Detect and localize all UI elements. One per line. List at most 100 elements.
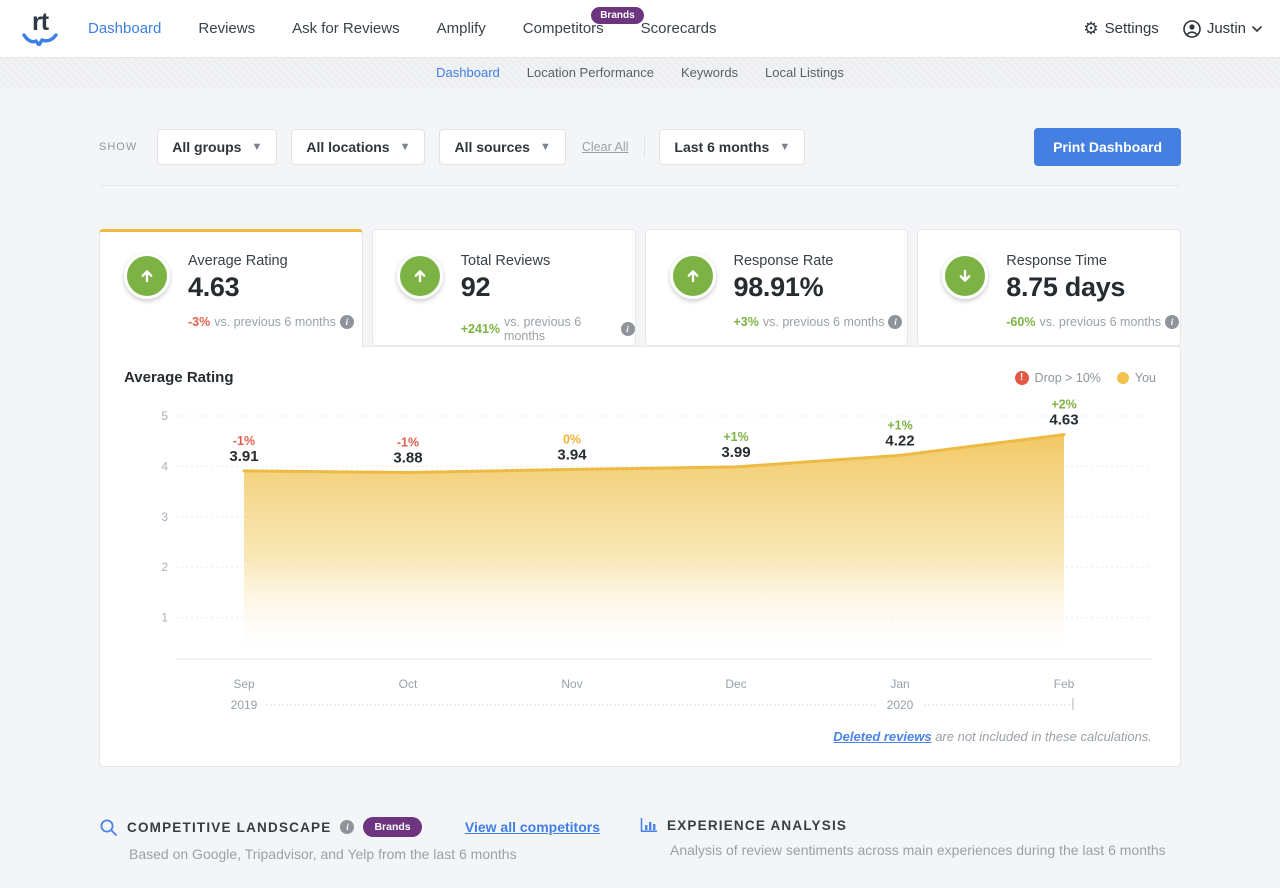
svg-text:+1%: +1% — [723, 430, 748, 444]
svg-text:-1%: -1% — [233, 434, 255, 448]
sources-dropdown[interactable]: All sources ▼ — [439, 129, 565, 165]
competitive-landscape-title: COMPETITIVE LANDSCAPE — [127, 820, 331, 835]
kpi-delta-suffix: vs. previous 6 months — [504, 315, 616, 343]
gear-icon: ⚙ — [1083, 20, 1098, 37]
subnav-item-location-performance[interactable]: Location Performance — [527, 65, 654, 80]
experience-analysis-subtitle: Analysis of review sentiments across mai… — [640, 842, 1181, 858]
kpi-title: Average Rating — [188, 253, 288, 269]
legend-label: Drop > 10% — [1035, 371, 1101, 385]
competitive-landscape-subtitle: Based on Google, Tripadvisor, and Yelp f… — [99, 846, 640, 862]
subnav-item-local-listings[interactable]: Local Listings — [765, 65, 844, 80]
info-icon[interactable]: i — [621, 322, 635, 336]
section-divider — [99, 185, 1181, 186]
chevron-down-icon: ▼ — [251, 141, 262, 153]
kpi-value: 8.75 days — [1006, 272, 1125, 303]
nav-item-amplify[interactable]: Amplify — [437, 20, 486, 37]
info-icon[interactable]: i — [888, 315, 902, 329]
svg-text:4.22: 4.22 — [885, 432, 914, 449]
svg-text:+2%: +2% — [1051, 398, 1076, 412]
kpi-delta-value: +241% — [461, 322, 500, 336]
you-dot-icon — [1117, 372, 1129, 384]
kpi-value: 92 — [461, 272, 550, 303]
svg-text:Sep: Sep — [233, 677, 255, 691]
info-icon[interactable]: i — [1165, 315, 1179, 329]
subnav-item-dashboard[interactable]: Dashboard — [436, 65, 500, 80]
kpi-delta-suffix: vs. previous 6 months — [214, 315, 336, 329]
kpi-title: Response Rate — [734, 253, 834, 269]
svg-text:3.99: 3.99 — [721, 444, 750, 461]
filter-divider — [644, 136, 645, 158]
svg-text:3: 3 — [161, 510, 168, 524]
kpi-card-total-reviews[interactable]: Total Reviews 92 +241% vs. previous 6 mo… — [372, 229, 636, 346]
logo-swoosh-icon — [22, 33, 58, 46]
competitive-landscape-section: COMPETITIVE LANDSCAPE i Brands View all … — [99, 817, 640, 862]
nav-item-scorecards[interactable]: Scorecards — [641, 20, 717, 37]
view-all-competitors-link[interactable]: View all competitors — [465, 819, 600, 835]
nav-item-ask-for-reviews[interactable]: Ask for Reviews — [292, 20, 400, 37]
svg-text:5: 5 — [161, 409, 168, 423]
user-menu[interactable]: Justin — [1183, 20, 1262, 38]
kpi-delta-suffix: vs. previous 6 months — [1039, 315, 1161, 329]
info-icon[interactable]: i — [340, 315, 354, 329]
svg-text:3.94: 3.94 — [557, 446, 587, 463]
main-nav: Dashboard Reviews Ask for Reviews Amplif… — [88, 20, 717, 37]
kpi-value: 4.63 — [188, 272, 288, 303]
chart-legend: ! Drop > 10% You — [1015, 371, 1156, 385]
nav-item-dashboard[interactable]: Dashboard — [88, 20, 161, 37]
sources-dropdown-value: All sources — [454, 139, 529, 155]
top-nav: rt Dashboard Reviews Ask for Reviews Amp… — [0, 0, 1280, 57]
print-dashboard-button[interactable]: Print Dashboard — [1034, 128, 1181, 166]
legend-item-you: You — [1117, 371, 1156, 385]
svg-text:2019: 2019 — [231, 698, 258, 712]
brands-badge: Brands — [363, 817, 421, 837]
locations-dropdown[interactable]: All locations ▼ — [291, 129, 425, 165]
kpi-card-average-rating[interactable]: Average Rating 4.63 -3% vs. previous 6 m… — [99, 229, 363, 348]
groups-dropdown-value: All groups — [172, 139, 241, 155]
subnav-item-keywords[interactable]: Keywords — [681, 65, 738, 80]
svg-text:0%: 0% — [563, 432, 581, 446]
reviewtrackers-logo[interactable]: rt — [18, 11, 62, 46]
svg-text:+1%: +1% — [887, 418, 912, 432]
alert-icon: ! — [1015, 371, 1029, 385]
clear-all-link[interactable]: Clear All — [582, 140, 629, 154]
footnote-text: are not included in these calculations. — [932, 729, 1152, 744]
bar-chart-icon — [640, 817, 658, 833]
kpi-card-row: Average Rating 4.63 -3% vs. previous 6 m… — [99, 229, 1181, 347]
locations-dropdown-value: All locations — [306, 139, 389, 155]
svg-text:3.91: 3.91 — [229, 448, 258, 465]
search-icon — [99, 818, 118, 837]
svg-text:1: 1 — [161, 611, 168, 625]
deleted-reviews-link[interactable]: Deleted reviews — [833, 729, 931, 744]
user-name: Justin — [1207, 20, 1246, 37]
svg-text:Dec: Dec — [725, 677, 746, 691]
user-icon — [1183, 20, 1201, 38]
svg-text:-1%: -1% — [397, 435, 419, 449]
trend-up-icon — [124, 253, 170, 299]
kpi-delta-suffix: vs. previous 6 months — [763, 315, 885, 329]
kpi-title: Response Time — [1006, 253, 1125, 269]
kpi-card-response-rate[interactable]: Response Rate 98.91% +3% vs. previous 6 … — [645, 229, 909, 346]
trend-down-icon — [942, 253, 988, 299]
date-range-dropdown[interactable]: Last 6 months ▼ — [659, 129, 805, 165]
show-label: SHOW — [99, 141, 137, 153]
chevron-down-icon: ▼ — [400, 141, 411, 153]
trend-up-icon — [397, 253, 443, 299]
info-icon[interactable]: i — [340, 820, 354, 834]
legend-item-drop: ! Drop > 10% — [1015, 371, 1101, 385]
kpi-title: Total Reviews — [461, 253, 550, 269]
settings-button[interactable]: ⚙ Settings — [1083, 20, 1158, 37]
brands-badge: Brands — [591, 7, 643, 24]
chart-title: Average Rating — [124, 369, 233, 386]
kpi-card-response-time[interactable]: Response Time 8.75 days -60% vs. previou… — [917, 229, 1181, 346]
trend-up-icon — [670, 253, 716, 299]
svg-text:2020: 2020 — [887, 698, 914, 712]
sub-nav: Dashboard Location Performance Keywords … — [0, 57, 1280, 88]
kpi-value: 98.91% — [734, 272, 834, 303]
kpi-delta-value: -3% — [188, 315, 210, 329]
nav-item-competitors[interactable]: Competitors Brands — [523, 20, 604, 37]
svg-text:2: 2 — [161, 560, 168, 574]
kpi-delta: -60% vs. previous 6 months i — [942, 315, 1180, 329]
groups-dropdown[interactable]: All groups ▼ — [157, 129, 277, 165]
kpi-delta: +3% vs. previous 6 months i — [670, 315, 908, 329]
nav-item-reviews[interactable]: Reviews — [198, 20, 255, 37]
